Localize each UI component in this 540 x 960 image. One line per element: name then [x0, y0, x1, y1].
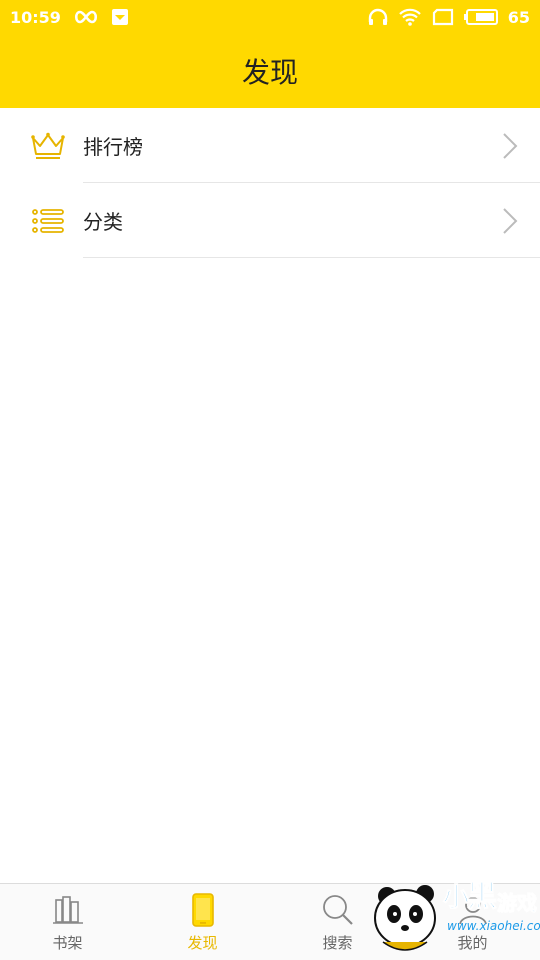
tab-label: 我的	[457, 934, 488, 952]
tab-label: 发现	[187, 934, 218, 952]
list-item-category[interactable]: 分类	[0, 183, 540, 258]
list-item-label: 排行榜	[83, 135, 143, 159]
tab-label: 搜索	[322, 934, 353, 952]
chevron-right-icon	[500, 206, 520, 236]
tab-bookshelf[interactable]: 书架	[0, 884, 135, 960]
status-bar: 10:59 65	[0, 0, 540, 34]
wifi-icon	[398, 8, 422, 26]
bottom-tab-bar: 书架 发现 搜索 我的	[0, 883, 540, 960]
screen-icon	[432, 8, 454, 26]
battery-level: 65	[507, 7, 530, 27]
infinity-icon	[73, 10, 99, 24]
page-title: 发现	[241, 56, 298, 89]
tab-search[interactable]: 搜索	[270, 884, 405, 960]
list-item-label: 分类	[83, 210, 123, 234]
list-item-ranking[interactable]: 排行榜	[0, 108, 540, 183]
battery-icon	[463, 9, 498, 25]
tab-discover[interactable]: 发现	[135, 884, 270, 960]
discover-list: 排行榜 分类	[0, 108, 540, 258]
download-icon	[111, 8, 129, 26]
header-bar: 发现	[0, 34, 540, 108]
headphones-icon	[368, 8, 388, 26]
search-icon	[320, 892, 356, 928]
bookshelf-icon	[50, 892, 86, 928]
phone-icon	[185, 892, 221, 928]
crown-icon	[30, 128, 66, 164]
tab-profile[interactable]: 我的	[405, 884, 540, 960]
divider	[83, 257, 540, 258]
list-icon	[30, 203, 66, 239]
status-time: 10:59	[10, 7, 61, 27]
chevron-right-icon	[500, 131, 520, 161]
tab-label: 书架	[52, 934, 83, 952]
profile-icon	[455, 892, 491, 928]
